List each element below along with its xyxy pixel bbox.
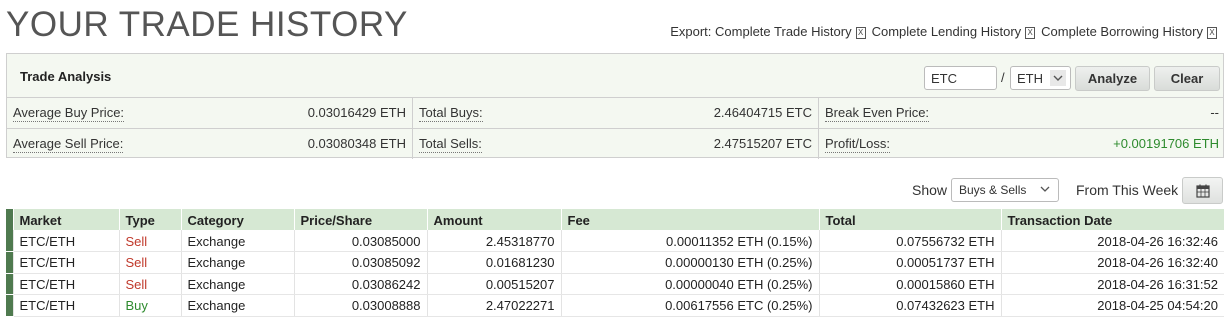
trade-analysis-panel: Trade Analysis / ETH Analyze Clear Avera… (6, 53, 1225, 159)
stat-average-buy-price: Average Buy Price: 0.03016429 ETH (7, 98, 413, 128)
stat-value: 0.03016429 ETH (307, 105, 406, 120)
stat-total-buys: Total Buys: 2.46404715 ETC (413, 98, 819, 128)
cell-market: ETC/ETH (12, 251, 119, 274)
cell-category: Exchange (180, 230, 294, 252)
trade-analysis-title: Trade Analysis (20, 69, 112, 84)
spreadsheet-icon[interactable]: X (1207, 26, 1217, 39)
cell-total: 0.00015860 ETH (818, 273, 1001, 295)
date-range-button[interactable] (1182, 177, 1223, 204)
cell-amount: 2.45318770 (426, 230, 561, 252)
cell-market: ETC/ETH (12, 294, 119, 317)
stat-break-even-price: Break Even Price: -- (819, 98, 1225, 128)
column-header-type[interactable]: Type (118, 209, 181, 230)
stat-value: +0.00191706 ETH (1113, 136, 1219, 151)
stat-label: Average Buy Price: (13, 105, 125, 122)
cell-amount: 0.01681230 (426, 251, 561, 274)
stats-row-buy: Average Buy Price: 0.03016429 ETH Total … (7, 98, 1223, 128)
cell-fee: 0.00000130 ETH (0.25%) (560, 251, 819, 274)
cell-total: 0.07432623 ETH (818, 294, 1001, 317)
market-select-value: ETH (1017, 71, 1043, 86)
stat-value: 2.47515207 ETC (713, 136, 812, 151)
column-header-transaction-date[interactable]: Transaction Date (1000, 209, 1224, 230)
trade-type-select[interactable]: Buys & Sells (951, 178, 1059, 202)
coin-input[interactable] (924, 66, 997, 90)
calendar-icon (1196, 184, 1210, 198)
market-select[interactable]: ETH (1010, 66, 1071, 90)
stat-average-sell-price: Average Sell Price: 0.03080348 ETH (7, 129, 413, 159)
stat-label: Profit/Loss: (825, 136, 891, 153)
cell-price: 0.03085000 (293, 230, 427, 252)
column-header-category[interactable]: Category (180, 209, 294, 230)
cell-type: Sell (118, 251, 181, 274)
cell-date: 2018-04-26 16:31:52 (1000, 273, 1224, 295)
column-header-fee[interactable]: Fee (560, 209, 819, 230)
analyze-button[interactable]: Analyze (1075, 66, 1150, 91)
trade-history-table: Market Type Category Price/Share Amount … (6, 209, 1224, 317)
cell-market: ETC/ETH (12, 273, 119, 295)
cell-fee: 0.00011352 ETH (0.15%) (560, 230, 819, 252)
cell-type: Buy (118, 294, 181, 317)
column-header-market[interactable]: Market (12, 209, 119, 230)
cell-category: Exchange (180, 294, 294, 317)
cell-category: Exchange (180, 251, 294, 274)
table-row: ETC/ETH Sell Exchange 0.03085092 0.01681… (6, 251, 1224, 274)
cell-amount: 0.00515207 (426, 273, 561, 295)
column-header-price-share[interactable]: Price/Share (293, 209, 427, 230)
cell-type: Sell (118, 230, 181, 252)
cell-price: 0.03086242 (293, 273, 427, 295)
export-bar: Export: Complete Trade History X Complet… (670, 24, 1223, 39)
export-trade-history-link[interactable]: Complete Trade History (715, 24, 852, 39)
stats-row-sell: Average Sell Price: 0.03080348 ETH Total… (7, 128, 1225, 159)
show-label: Show (912, 182, 948, 198)
table-header-row: Market Type Category Price/Share Amount … (6, 209, 1224, 230)
pair-separator: / (1001, 70, 1005, 85)
row-marker (6, 209, 13, 230)
history-filter-bar: Show Buys & Sells From This Week (0, 177, 1231, 205)
stat-label: Total Sells: (419, 136, 482, 153)
table-row: ETC/ETH Sell Exchange 0.03085000 2.45318… (6, 230, 1224, 252)
stat-profit-loss: Profit/Loss: +0.00191706 ETH (819, 129, 1225, 159)
cell-date: 2018-04-26 16:32:46 (1000, 230, 1224, 252)
stat-label: Break Even Price: (825, 105, 930, 122)
trade-analysis-header: Trade Analysis / ETH Analyze Clear (7, 54, 1223, 98)
chevron-down-icon (1040, 186, 1050, 192)
cell-price: 0.03085092 (293, 251, 427, 274)
spreadsheet-icon[interactable]: X (1025, 26, 1036, 39)
stat-value: -- (1210, 105, 1219, 120)
spreadsheet-icon[interactable]: X (855, 26, 866, 39)
cell-market: ETC/ETH (12, 230, 119, 252)
cell-category: Exchange (180, 273, 294, 295)
cell-type: Sell (118, 273, 181, 295)
export-borrowing-history-link[interactable]: Complete Borrowing History (1041, 24, 1203, 39)
stat-total-sells: Total Sells: 2.47515207 ETC (413, 129, 819, 159)
cell-date: 2018-04-25 04:54:20 (1000, 294, 1224, 317)
stat-value: 0.03080348 ETH (307, 136, 406, 151)
row-marker (6, 294, 13, 317)
row-marker (6, 230, 13, 252)
table-row: ETC/ETH Sell Exchange 0.03086242 0.00515… (6, 273, 1224, 295)
trade-type-select-value: Buys & Sells (959, 183, 1027, 197)
cell-fee: 0.00000040 ETH (0.25%) (560, 273, 819, 295)
column-header-amount[interactable]: Amount (426, 209, 561, 230)
cell-date: 2018-04-26 16:32:40 (1000, 251, 1224, 274)
clear-button[interactable]: Clear (1154, 66, 1220, 91)
export-label: Export: (670, 24, 712, 39)
period-label[interactable]: From This Week (1076, 182, 1178, 198)
chevron-down-icon (1050, 70, 1066, 86)
export-lending-history-link[interactable]: Complete Lending History (872, 24, 1022, 39)
row-marker (6, 251, 13, 274)
cell-price: 0.03008888 (293, 294, 427, 317)
cell-total: 0.00051737 ETH (818, 251, 1001, 274)
stat-label: Average Sell Price: (13, 136, 124, 153)
stat-label: Total Buys: (419, 105, 483, 122)
cell-amount: 2.47022271 (426, 294, 561, 317)
stat-value: 2.46404715 ETC (713, 105, 812, 120)
cell-total: 0.07556732 ETH (818, 230, 1001, 252)
column-header-total[interactable]: Total (818, 209, 1001, 230)
page-title: YOUR TRADE HISTORY (6, 5, 408, 44)
table-row: ETC/ETH Buy Exchange 0.03008888 2.470222… (6, 294, 1224, 317)
cell-fee: 0.00617556 ETC (0.25%) (560, 294, 819, 317)
row-marker (6, 273, 13, 295)
